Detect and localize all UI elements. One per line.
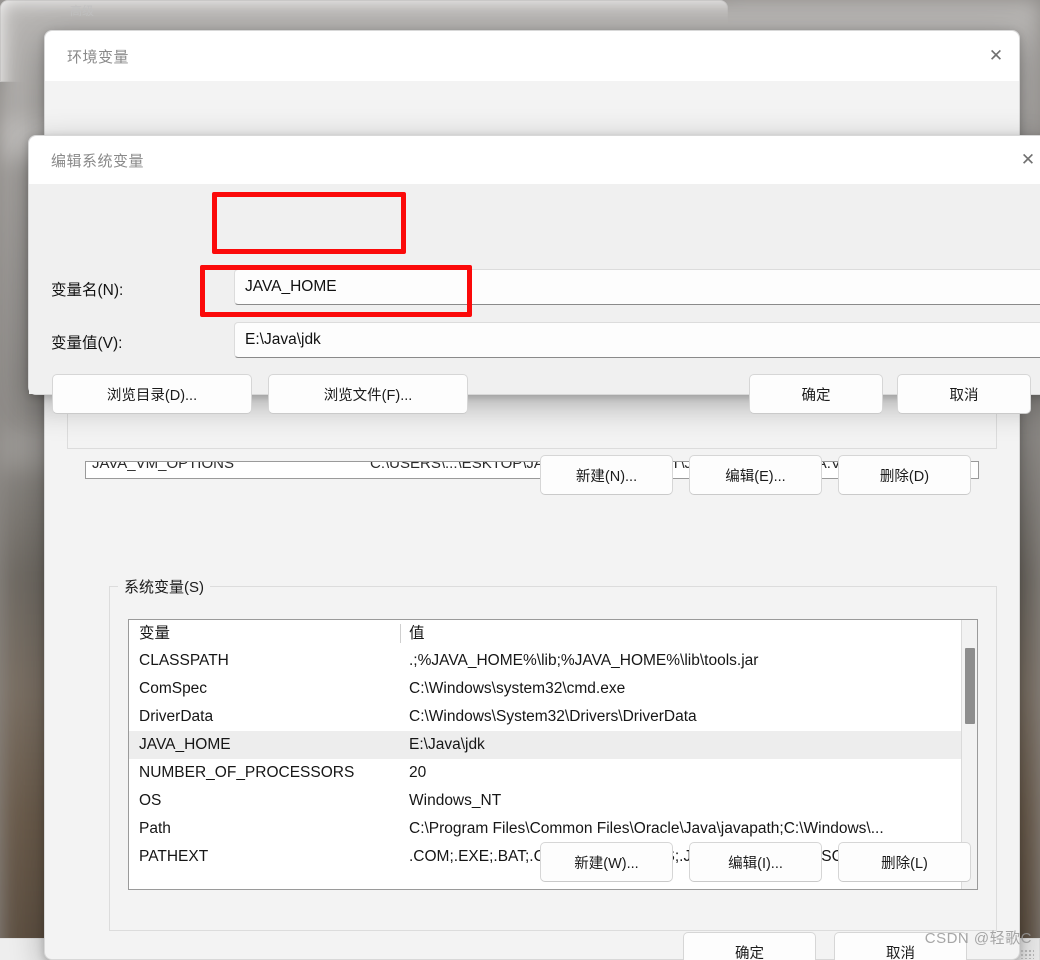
system-variables-table-header: 变量 值 (129, 620, 977, 647)
edit-dialog-title: 编辑系统变量 (51, 152, 145, 170)
user-delete-button[interactable]: 删除(D) (838, 455, 971, 495)
env-dialog-titlebar: 环境变量 ✕ (45, 31, 1019, 81)
system-delete-button[interactable]: 删除(L) (838, 842, 971, 882)
edit-dialog-body: 变量名(N): JAVA_HOME 变量值(V): E:\Java\jdk 浏览… (29, 184, 1040, 414)
table-row[interactable]: Path C:\Program Files\Common Files\Oracle… (129, 815, 977, 843)
table-cell-variable: PATHEXT (139, 848, 209, 865)
variable-name-label: 变量名(N): (51, 282, 124, 299)
table-cell-value: C:\Windows\System32\Drivers\DriverData (409, 708, 697, 725)
table-row[interactable]: ComSpec C:\Windows\system32\cmd.exe (129, 675, 977, 703)
user-ghost-row-name: JAVA_VM_OPTIONS (92, 461, 234, 472)
table-cell-variable: Path (139, 820, 171, 837)
browse-directory-button[interactable]: 浏览目录(D)... (52, 374, 252, 414)
table-row[interactable]: OS Windows_NT (129, 787, 977, 815)
edit-dialog-titlebar: 编辑系统变量 ✕ (29, 136, 1040, 184)
table-cell-value: 20 (409, 764, 427, 781)
bg-window-ghost-title: 高级 (70, 4, 95, 18)
system-new-button[interactable]: 新建(W)... (540, 842, 673, 882)
table-row[interactable]: JAVA_HOME E:\Java\jdk (129, 731, 977, 759)
user-new-button[interactable]: 新建(N)... (540, 455, 673, 495)
system-edit-button[interactable]: 编辑(I)... (689, 842, 822, 882)
table-cell-value: .;%JAVA_HOME%\lib;%JAVA_HOME%\lib\tools.… (409, 652, 759, 669)
user-edit-button[interactable]: 编辑(E)... (689, 455, 822, 495)
table-cell-variable: DriverData (139, 708, 214, 725)
table-cell-variable: CLASSPATH (139, 652, 229, 669)
table-cell-variable: JAVA_HOME (139, 736, 231, 753)
table-cell-variable: OS (139, 792, 162, 809)
user-variables-button-row: 新建(N)... 编辑(E)... 删除(D) (540, 455, 971, 495)
edit-ok-button[interactable]: 确定 (749, 374, 883, 414)
column-header-value[interactable]: 值 (401, 624, 977, 643)
table-cell-variable: NUMBER_OF_PROCESSORS (139, 764, 355, 781)
close-icon[interactable]: ✕ (973, 31, 1019, 81)
watermark-dots-icon (1020, 949, 1034, 959)
table-scrollbar-thumb[interactable] (965, 648, 975, 724)
edit-cancel-button[interactable]: 取消 (897, 374, 1031, 414)
watermark-text: CSDN @轻歌C (924, 930, 1032, 947)
table-row[interactable]: DriverData C:\Windows\System32\Drivers\Dr… (129, 703, 977, 731)
table-cell-value: E:\Java\jdk (409, 736, 485, 753)
table-row[interactable]: NUMBER_OF_PROCESSORS 20 (129, 759, 977, 787)
variable-value-label: 变量值(V): (51, 335, 123, 352)
variable-name-input[interactable]: JAVA_HOME (234, 269, 1040, 305)
table-cell-variable: ComSpec (139, 680, 208, 697)
system-variables-table-body: CLASSPATH .;%JAVA_HOME%\lib;%JAVA_HOME%\l… (129, 647, 977, 871)
browse-file-button[interactable]: 浏览文件(F)... (268, 374, 468, 414)
column-header-variable[interactable]: 变量 (129, 624, 401, 643)
table-cell-value: Windows_NT (409, 792, 502, 809)
variable-value-input[interactable]: E:\Java\jdk (234, 322, 1040, 358)
system-variables-group-label: 系统变量(S) (118, 576, 210, 597)
close-icon[interactable]: ✕ (1005, 136, 1040, 184)
table-row[interactable]: CLASSPATH .;%JAVA_HOME%\lib;%JAVA_HOME%\l… (129, 647, 977, 675)
env-dialog-title: 环境变量 (67, 48, 130, 66)
edit-system-variable-dialog: 编辑系统变量 ✕ 变量名(N): JAVA_HOME 变量值(V): E:\Ja… (28, 135, 1040, 414)
csdn-watermark: CSDN @轻歌C (924, 927, 1034, 959)
table-cell-value: C:\Windows\system32\cmd.exe (409, 680, 626, 697)
system-variables-button-row: 新建(W)... 编辑(I)... 删除(L) (540, 842, 971, 882)
env-ok-button[interactable]: 确定 (683, 932, 816, 960)
table-cell-value: C:\Program Files\Common Files\Oracle\Jav… (409, 820, 884, 837)
